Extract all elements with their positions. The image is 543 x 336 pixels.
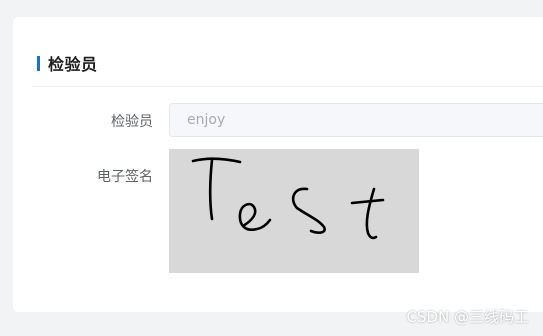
form-card: 检验员 检验员 电子签名: [13, 17, 543, 312]
signature-image: [169, 149, 419, 273]
signature-label: 电子签名: [97, 169, 153, 185]
handwritten-signature: [191, 157, 385, 240]
section-divider: [32, 86, 543, 87]
section-accent-bar: [37, 55, 40, 71]
section-title: 检验员: [48, 55, 98, 74]
watermark: CSDN @三线码工: [406, 308, 529, 326]
inspector-input[interactable]: [170, 104, 543, 136]
section-header: 检验员: [37, 53, 98, 74]
inspector-field[interactable]: [169, 103, 543, 137]
inspector-label: 检验员: [111, 114, 153, 130]
